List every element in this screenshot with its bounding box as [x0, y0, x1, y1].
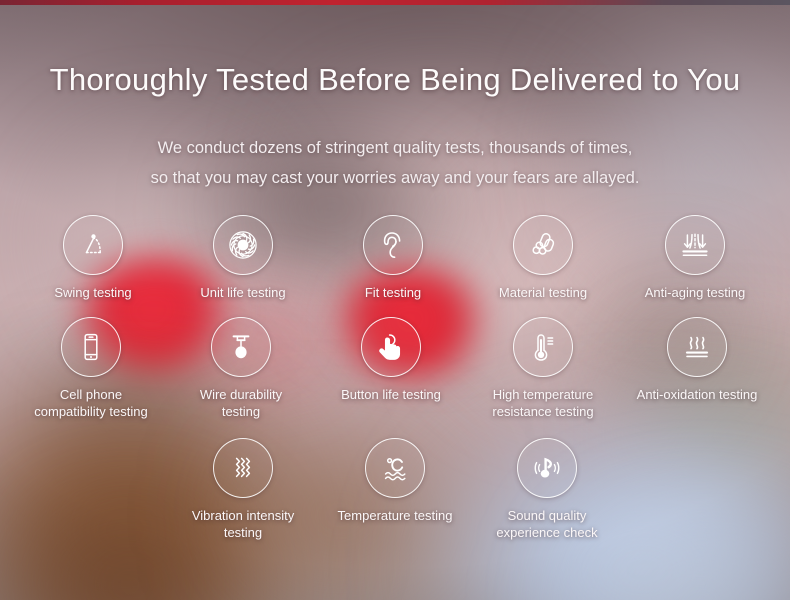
subtitle-block: We conduct dozens of stringent quality t… [0, 133, 790, 193]
test-row-3: Vibration intensity testing Temperature … [0, 438, 790, 541]
test-item-label: Sound quality experience check [496, 508, 598, 540]
test-item-label: Material testing [498, 285, 588, 300]
promo-banner: Thoroughly Tested Before Being Delivered… [0, 0, 790, 600]
ear-icon [378, 230, 408, 260]
fan-aperture-icon [228, 230, 258, 260]
test-item-label: High temperature resistance testing [492, 387, 594, 419]
subtitle-line-1: We conduct dozens of stringent quality t… [157, 139, 633, 157]
subtitle-line-2: so that you may cast your worries away a… [150, 169, 640, 187]
smartphone-icon [76, 332, 106, 362]
badge-circle [213, 215, 273, 275]
heat-waves-icon [682, 332, 712, 362]
thermometer-icon [528, 332, 558, 362]
badge-circle [63, 215, 123, 275]
test-item-label: Anti-aging testing [644, 285, 746, 300]
test-item-label: Anti-oxidation testing [636, 387, 758, 402]
badge-circle [667, 317, 727, 377]
badge-circle [361, 317, 421, 377]
test-item-label: Temperature testing [337, 508, 453, 523]
badge-circle [513, 215, 573, 275]
test-item-label: Vibration intensity testing [191, 508, 295, 540]
test-item-label: Fit testing [364, 285, 422, 300]
badge-circle [211, 317, 271, 377]
test-badge-grid: Swing testing Unit life testing Fit test… [0, 215, 790, 541]
test-item-anti-aging[interactable]: Anti-aging testing [632, 215, 758, 301]
badge-circle [61, 317, 121, 377]
granules-icon [528, 230, 558, 260]
test-item-label: Cell phone compatibility testing [34, 387, 148, 419]
test-item-label: Swing testing [54, 285, 132, 300]
test-item-label: Button life testing [341, 387, 441, 402]
vibration-waves-icon [228, 453, 258, 483]
press-down-arrows-icon [680, 230, 710, 260]
badge-circle [365, 438, 425, 498]
test-item-label: Unit life testing [200, 285, 286, 300]
test-item-temperature[interactable]: Temperature testing [334, 438, 456, 524]
test-row-2: Cell phone compatibility testing Wire du… [0, 317, 790, 420]
test-item-sound-quality[interactable]: Sound quality experience check [484, 438, 610, 541]
test-item-cell-phone[interactable]: Cell phone compatibility testing [30, 317, 152, 420]
test-item-vibration[interactable]: Vibration intensity testing [180, 438, 306, 541]
test-item-unit-life[interactable]: Unit life testing [182, 215, 304, 301]
badge-circle [363, 215, 423, 275]
hanging-weight-icon [226, 332, 256, 362]
test-item-fit[interactable]: Fit testing [332, 215, 454, 301]
music-note-sound-icon [532, 453, 562, 483]
test-item-button-life[interactable]: Button life testing [330, 317, 452, 403]
test-item-anti-oxidation[interactable]: Anti-oxidation testing [634, 317, 760, 403]
pressing-hand-icon [376, 332, 406, 362]
celsius-water-icon [380, 453, 410, 483]
test-item-wire-durability[interactable]: Wire durability testing [180, 317, 302, 420]
test-item-high-temperature[interactable]: High temperature resistance testing [480, 317, 606, 420]
badge-circle [517, 438, 577, 498]
test-item-swing[interactable]: Swing testing [32, 215, 154, 301]
badge-circle [513, 317, 573, 377]
badge-circle [665, 215, 725, 275]
pendulum-icon [78, 230, 108, 260]
test-item-label: Wire durability testing [199, 387, 283, 419]
test-item-material[interactable]: Material testing [482, 215, 604, 301]
page-title: Thoroughly Tested Before Being Delivered… [49, 62, 741, 97]
badge-circle [213, 438, 273, 498]
test-row-1: Swing testing Unit life testing Fit test… [0, 215, 790, 301]
